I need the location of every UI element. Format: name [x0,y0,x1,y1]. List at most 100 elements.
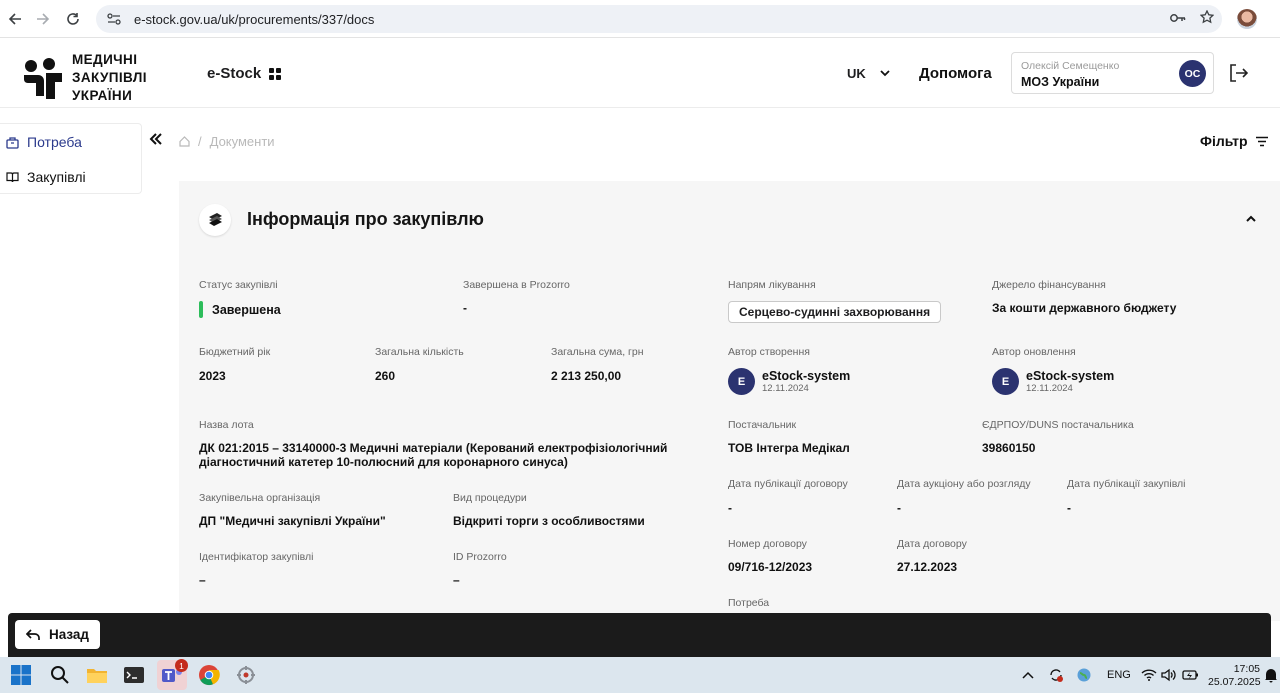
site-logo[interactable]: МЕДИЧНІ ЗАКУПІВЛІ УКРАЇНИ [22,51,147,105]
status-label: Статус закупівлі [199,279,278,291]
taskbar-file-explorer[interactable] [84,662,110,688]
tray-globe-icon[interactable] [1073,662,1095,688]
auction-date-label: Дата аукціону або розгляду [897,478,1031,490]
budget-year-label: Бюджетний рік [199,346,271,358]
quantity-label: Загальна кількість [375,346,464,358]
contract-number-value: 09/716-12/2023 [728,560,813,574]
home-icon[interactable] [179,136,190,147]
help-link[interactable]: Допомога [919,65,992,82]
teams-notification-badge: 1 [175,659,188,672]
avatar: E [992,368,1019,395]
card-title: Інформація про закупівлю [247,209,484,229]
prozorro-done-value: - [463,301,467,315]
logo-mark-icon [22,56,66,100]
os-taskbar: 1 ENG 17:05 25.07.2025 [0,657,1280,693]
funding-label: Джерело фінансування [992,279,1106,291]
browser-reload-button[interactable] [58,4,88,34]
sidebar: Потреба Закупівлі [0,123,142,194]
updated-by-label: Автор оновлення [992,346,1076,358]
address-bar[interactable]: e-stock.gov.ua/uk/procurements/337/docs [96,5,1222,33]
user-name: Олексій Семещенко [1021,60,1120,72]
system-clock[interactable]: 17:05 25.07.2025 [1208,663,1261,689]
need-label: Потреба [728,597,770,609]
status-value: Завершена [212,302,281,317]
filter-button[interactable]: Фільтр [1200,133,1269,149]
breadcrumb-current: Документи [209,134,275,149]
back-button-label: Назад [48,627,90,642]
logout-button[interactable] [1228,63,1249,83]
org-label: Закупівельна організація [199,492,321,504]
needs-icon [6,136,19,149]
contract-pub-value: - [728,501,732,515]
tray-overflow-button[interactable] [1018,662,1038,688]
author-date: 12.11.2024 [762,382,809,394]
input-language[interactable]: ENG [1107,669,1131,681]
created-by-label: Автор створення [728,346,810,358]
taskbar-app[interactable] [233,662,259,688]
auction-date-value: - [897,501,901,515]
terminal-icon [124,667,144,683]
bottom-action-bar: Назад [8,613,1271,657]
procedure-label: Вид процедури [453,492,527,504]
chevron-up-icon [1246,215,1256,222]
volume-icon[interactable] [1157,662,1179,688]
lot-name-value: ДК 021:2015 – 33140000-3 Медичні матеріа… [199,441,668,469]
bookmark-star-icon[interactable] [1199,8,1215,29]
taskbar-search-button[interactable] [47,662,73,688]
windows-start-button[interactable] [8,662,34,688]
author-name: eStock-system [762,368,851,383]
back-button[interactable]: Назад [15,620,100,649]
user-organization: МОЗ України [1021,75,1100,89]
treatment-tag: Серцево-судинні захворювання [728,301,942,323]
org-value: ДП "Медичні закупівлі України" [199,514,386,528]
language-select[interactable]: UK [847,66,890,81]
app-switcher[interactable]: e-Stock [207,65,282,82]
created-by-author: E eStock-system 12.11.2024 [728,368,850,395]
funding-value: За кошти державного бюджету [992,301,1177,315]
browser-back-button[interactable] [0,4,30,34]
arrow-left-icon [8,13,21,25]
logo-text: МЕДИЧНІ ЗАКУПІВЛІ УКРАЇНИ [72,52,147,103]
browser-forward-button[interactable] [28,4,58,34]
taskbar-terminal[interactable] [121,662,147,688]
budget-year-value: 2023 [199,369,226,383]
clock-time: 17:05 [1233,663,1260,675]
battery-icon[interactable] [1179,662,1201,688]
procurement-pub-label: Дата публікації закупівлі [1067,478,1186,490]
sidebar-item-label: Потреба [27,134,82,150]
chevron-down-icon [880,70,890,77]
collapse-card-button[interactable] [1245,212,1257,224]
total-sum-label: Загальна сума, грн [551,346,644,358]
password-key-icon[interactable] [1170,10,1186,28]
user-menu[interactable]: Олексій Семещенко МОЗ України ОС [1011,52,1214,94]
edrpou-value: 39860150 [982,441,1036,455]
bell-icon [1265,669,1277,683]
app-icon [237,666,255,684]
app-header: МЕДИЧНІ ЗАКУПІВЛІ УКРАЇНИ e-Stock UK Доп… [0,39,1280,108]
notifications-button[interactable] [1262,662,1280,688]
edrpou-label: ЄДРПОУ/DUNS постачальника [982,419,1134,431]
double-chevron-left-icon [149,133,162,145]
sidebar-item-label: Закупівлі [27,169,86,185]
taskbar-chrome[interactable] [196,662,222,688]
updated-by-author: E eStock-system 12.11.2024 [992,368,1114,395]
windows-logo-icon [11,665,31,685]
taskbar-teams[interactable]: 1 [157,659,188,690]
procurement-id-label: Ідентифікатор закупівлі [199,551,314,563]
contract-date-value: 27.12.2023 [897,560,958,574]
tray-sync-icon[interactable] [1045,662,1067,688]
author-date: 12.11.2024 [1026,382,1073,394]
browser-profile-avatar[interactable] [1237,9,1257,29]
book-icon [6,172,19,183]
procedure-value: Відкриті торги з особливостями [453,514,645,528]
procurement-pub-value: - [1067,501,1071,515]
site-info-icon[interactable] [106,11,122,27]
collapse-sidebar-button[interactable] [149,130,163,150]
language-value: UK [847,66,866,81]
procurement-id-value: – [199,573,206,587]
author-name: eStock-system [1026,368,1115,383]
sidebar-item-needs[interactable]: Потреба [6,134,82,150]
contract-number-label: Номер договору [728,538,807,550]
sidebar-item-procurements[interactable]: Закупівлі [6,169,86,185]
user-avatar: ОС [1179,60,1206,87]
